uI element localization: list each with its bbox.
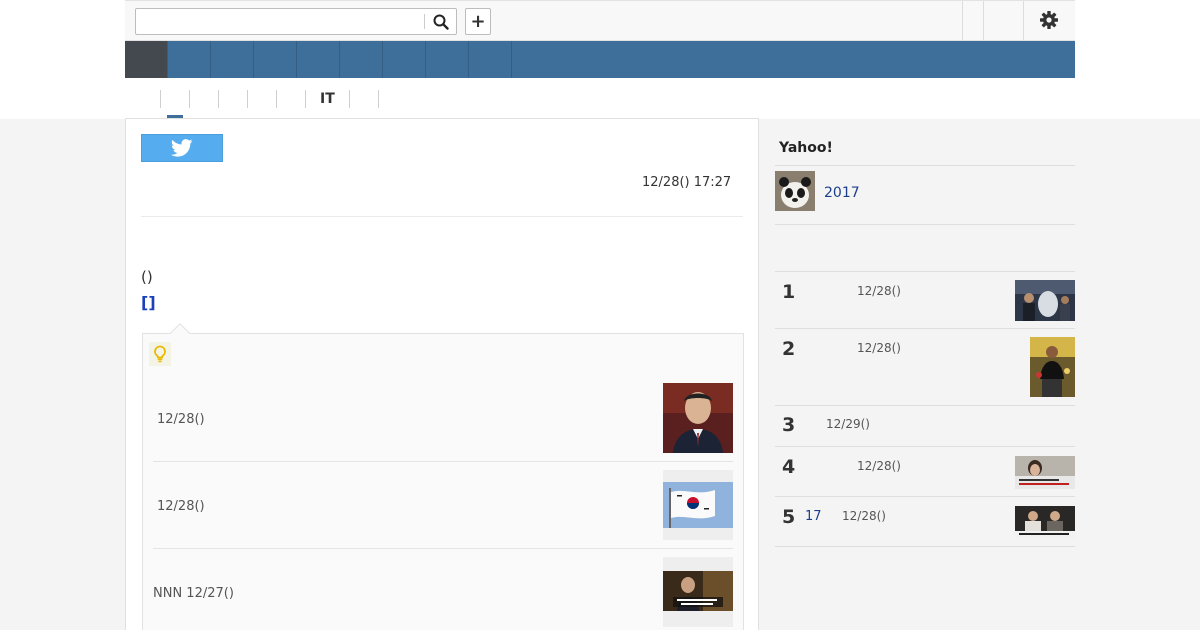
rank-number: 3 [782, 414, 796, 436]
rank-thumbnail [1015, 456, 1075, 489]
lightbulb-icon [149, 342, 171, 366]
panda-thumbnail [775, 171, 815, 211]
category-tab[interactable] [218, 90, 247, 108]
rank-number: 2 [782, 338, 796, 360]
ranking-item[interactable]: 3 12/29() [775, 405, 1075, 446]
tweet-button[interactable] [141, 134, 223, 162]
gear-icon [1040, 11, 1058, 29]
category-tabs: IT [160, 88, 407, 110]
rank-thumbnail [1015, 280, 1075, 321]
search-input[interactable] [136, 9, 424, 34]
search-divider [424, 14, 425, 29]
rank-date: 12/28() [842, 509, 886, 523]
nav-tab[interactable] [211, 41, 254, 78]
category-tab[interactable] [189, 90, 218, 108]
ranking-item[interactable]: 2 12/28() [775, 328, 1075, 405]
divider [775, 224, 1075, 225]
search-toolbar: + [125, 0, 1075, 41]
toolbar-divider [962, 1, 963, 40]
divider [775, 546, 1075, 547]
toolbar-divider [1023, 1, 1024, 40]
related-thumbnail [663, 383, 733, 453]
nav-tab[interactable] [340, 41, 383, 78]
related-item[interactable]: NNN 12/27() [153, 549, 733, 630]
category-tab[interactable] [377, 90, 407, 108]
nav-tab-home[interactable] [125, 41, 168, 78]
sidebar-title: Yahoo! [779, 140, 833, 156]
rank-thumbnail [1015, 506, 1075, 539]
related-date: 12/28() [157, 412, 205, 427]
promo-link[interactable]: 2017 [775, 171, 1075, 215]
search-button[interactable] [426, 9, 456, 34]
related-date: NNN 12/27() [153, 586, 234, 601]
category-tab[interactable] [348, 90, 378, 108]
nav-tab[interactable] [383, 41, 426, 78]
rank-number: 5 [782, 506, 796, 528]
promo-text[interactable]: 2017 [824, 185, 860, 201]
main-nav [125, 41, 1075, 78]
twitter-bird-icon [171, 139, 193, 157]
search-icon [433, 14, 449, 30]
rank-date: 12/28() [857, 459, 901, 473]
rank-number: 1 [782, 281, 796, 303]
article-column: 12/28() 17:27 () [] 12/28() 12/28() NNN … [125, 118, 759, 630]
callout-caret [170, 323, 190, 343]
article-source: () [141, 268, 153, 286]
category-tab[interactable] [160, 90, 189, 108]
rank-thumbnail [1030, 337, 1075, 397]
ranking-item[interactable]: 4 12/28() [775, 446, 1075, 496]
related-thumbnail [663, 470, 733, 540]
nav-tab[interactable] [297, 41, 340, 78]
related-articles-box: 12/28() 12/28() NNN 12/27() [142, 323, 744, 630]
related-date: 12/28() [157, 499, 205, 514]
rank-date: 12/28() [857, 284, 901, 298]
add-button[interactable]: + [465, 8, 491, 35]
nav-tab[interactable] [168, 41, 211, 78]
rank-date: 12/29() [826, 417, 870, 431]
category-tab[interactable] [247, 90, 276, 108]
nav-tab[interactable] [469, 41, 512, 78]
settings-button[interactable] [1039, 10, 1061, 32]
nav-tab[interactable] [426, 41, 469, 78]
category-tab-it[interactable]: IT [305, 90, 349, 108]
article-timestamp: 12/28() 17:27 [642, 175, 732, 190]
rank-link[interactable]: 17 [805, 509, 822, 524]
related-item[interactable]: 12/28() [153, 375, 733, 462]
ranking-item[interactable]: 1 12/28() [775, 271, 1075, 328]
search-box [135, 8, 457, 35]
nav-tab[interactable] [254, 41, 297, 78]
divider [775, 165, 1075, 166]
related-thumbnail [663, 557, 733, 627]
toolbar-divider [983, 1, 984, 40]
related-item[interactable]: 12/28() [153, 462, 733, 549]
divider [141, 216, 743, 217]
rank-number: 4 [782, 456, 796, 478]
ranking-item[interactable]: 5 17 12/28() [775, 496, 1075, 546]
article-link[interactable]: [] [141, 293, 156, 312]
category-tab[interactable] [276, 90, 305, 108]
rank-date: 12/28() [857, 341, 901, 355]
